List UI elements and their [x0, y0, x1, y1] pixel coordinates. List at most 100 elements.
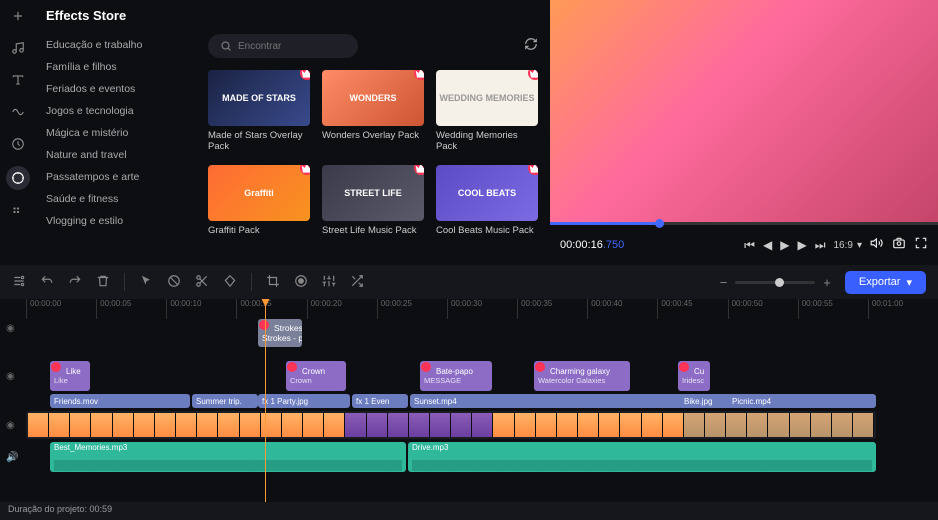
- timeline[interactable]: 00:00:0000:00:0500:00:1000:00:1500:00:20…: [0, 299, 938, 502]
- pack-card[interactable]: WONDERS Wonders Overlay Pack: [322, 70, 424, 153]
- scrubber-handle[interactable]: [655, 219, 664, 228]
- next-clip-button[interactable]: ⏭: [815, 238, 826, 253]
- timeline-toolbar: − + Exportar ▾: [0, 265, 938, 299]
- track-mute-icon[interactable]: 🔊: [6, 452, 18, 463]
- pack-name: Street Life Music Pack: [322, 225, 424, 236]
- play-button[interactable]: ▶: [780, 238, 789, 253]
- category-item[interactable]: Feriados e eventos: [46, 83, 186, 95]
- aspect-ratio-button[interactable]: 16:9 ▾: [834, 240, 863, 251]
- search-input[interactable]: [238, 41, 346, 52]
- ruler-tick: 00:00:00: [26, 299, 96, 319]
- video-thumbnail: [726, 413, 747, 437]
- video-label-track[interactable]: Friends.movSummer trip.fx 1 Party.jpgfx …: [26, 394, 908, 408]
- undo-button[interactable]: [40, 274, 54, 291]
- search-box[interactable]: [208, 34, 358, 58]
- apps-icon[interactable]: [8, 202, 28, 222]
- transitions-icon[interactable]: [8, 102, 28, 122]
- ruler-tick: 00:00:30: [447, 299, 517, 319]
- ruler-tick: 00:00:25: [377, 299, 447, 319]
- pack-card[interactable]: WEDDING MEMORIESWedding Memories Pack: [436, 70, 538, 153]
- music-icon[interactable]: [8, 38, 28, 58]
- step-forward-button[interactable]: ▶: [797, 238, 806, 253]
- title-clip[interactable]: Bate-papoMESSAGE: [420, 361, 492, 391]
- track-visibility-icon[interactable]: ◉: [6, 420, 15, 431]
- cut-tool[interactable]: [195, 274, 209, 291]
- step-back-button[interactable]: ◀: [763, 238, 772, 253]
- audio-clip[interactable]: Best_Memories.mp3: [50, 442, 406, 472]
- video-clip-label[interactable]: fx 1 Even: [352, 394, 408, 408]
- snapshot-icon[interactable]: [892, 236, 906, 255]
- video-thumbnail: [155, 413, 176, 437]
- video-thumbnail: [663, 413, 684, 437]
- pack-thumbnail: STREET LIFE: [322, 165, 424, 221]
- overlay-track[interactable]: ◉ StrokesStrokes - p: [26, 319, 908, 337]
- status-bar: Duração do projeto: 00:59: [0, 502, 938, 520]
- zoom-slider[interactable]: [735, 281, 815, 284]
- disable-tool[interactable]: [167, 274, 181, 291]
- title-clip[interactable]: CrownCrown: [286, 361, 346, 391]
- delete-button[interactable]: [96, 274, 110, 291]
- track-visibility-icon[interactable]: ◉: [6, 371, 15, 382]
- effects-store-icon[interactable]: [6, 166, 30, 190]
- audio-track[interactable]: 🔊 Best_Memories.mp3Drive.mp3: [26, 442, 908, 472]
- pack-card[interactable]: STREET LIFE Street Life Music Pack: [322, 165, 424, 236]
- record-tool[interactable]: [294, 274, 308, 291]
- pack-thumbnail: WONDERS: [322, 70, 424, 126]
- video-thumbnail: [747, 413, 768, 437]
- video-thumbnail: [324, 413, 345, 437]
- category-item[interactable]: Família e filhos: [46, 61, 186, 73]
- pack-name: Wonders Overlay Pack: [322, 130, 424, 141]
- zoom-out-button[interactable]: −: [720, 275, 728, 290]
- add-icon[interactable]: [8, 6, 28, 26]
- refresh-button[interactable]: [524, 37, 538, 56]
- category-item[interactable]: Mágica e mistério: [46, 127, 186, 139]
- premium-badge-icon: [414, 70, 424, 80]
- video-thumbnail: [303, 413, 324, 437]
- video-clip-label[interactable]: fx 1 Party.jpg: [258, 394, 350, 408]
- text-icon[interactable]: [8, 70, 28, 90]
- category-item[interactable]: Educação e trabalho: [46, 39, 186, 51]
- title-clip[interactable]: Charming galaxyWatercolor Galaxies: [534, 361, 630, 391]
- preview-video[interactable]: [550, 0, 938, 225]
- track-visibility-icon[interactable]: ◉: [6, 323, 15, 334]
- fullscreen-icon[interactable]: [914, 236, 928, 255]
- redo-button[interactable]: [68, 274, 82, 291]
- shuffle-tool[interactable]: [350, 274, 364, 291]
- category-item[interactable]: Jogos e tecnologia: [46, 105, 186, 117]
- ruler[interactable]: 00:00:0000:00:0500:00:1000:00:1500:00:20…: [0, 299, 938, 319]
- video-thumbnail: [536, 413, 557, 437]
- preview-panel: 00:00:16.750 ⏮ ◀ ▶ ▶ ⏭ 16:9 ▾: [550, 0, 938, 265]
- pack-card[interactable]: GraffitiGraffiti Pack: [208, 165, 310, 236]
- ruler-tick: 00:00:20: [307, 299, 377, 319]
- title-clip[interactable]: CuIridesc: [678, 361, 710, 391]
- playhead[interactable]: [265, 299, 266, 502]
- video-clip-label[interactable]: Bike.jpg: [680, 394, 726, 408]
- video-clip-label[interactable]: Friends.mov: [50, 394, 190, 408]
- category-item[interactable]: Nature and travel: [46, 149, 186, 161]
- audio-clip[interactable]: Drive.mp3: [408, 442, 876, 472]
- pack-thumbnail: Graffiti: [208, 165, 310, 221]
- volume-icon[interactable]: [870, 236, 884, 255]
- export-button[interactable]: Exportar ▾: [845, 271, 926, 294]
- adjust-tool[interactable]: [322, 274, 336, 291]
- video-thumbnail: [388, 413, 409, 437]
- title-clip[interactable]: LikeLike: [50, 361, 90, 391]
- scrubber[interactable]: [550, 222, 938, 225]
- category-item[interactable]: Saúde e fitness: [46, 193, 186, 205]
- zoom-in-button[interactable]: +: [823, 275, 831, 290]
- pack-card[interactable]: COOL BEATSCool Beats Music Pack: [436, 165, 538, 236]
- video-clip-label[interactable]: Summer trip.: [192, 394, 258, 408]
- video-clip-label[interactable]: Picnic.mp4: [728, 394, 876, 408]
- category-item[interactable]: Passatempos e arte: [46, 171, 186, 183]
- crop-tool[interactable]: [266, 274, 280, 291]
- pointer-tool[interactable]: [139, 274, 153, 291]
- category-item[interactable]: Vlogging e estilo: [46, 215, 186, 227]
- prev-clip-button[interactable]: ⏮: [744, 238, 755, 253]
- history-icon[interactable]: [8, 134, 28, 154]
- title-track[interactable]: ◉ LikeLikeCrownCrownBate-papoMESSAGEChar…: [26, 361, 908, 391]
- ruler-tick: 00:00:45: [657, 299, 727, 319]
- video-thumb-track[interactable]: ◉: [26, 411, 908, 439]
- pack-card[interactable]: MADE OF STARSMade of Stars Overlay Pack: [208, 70, 310, 153]
- settings-icon[interactable]: [12, 274, 26, 291]
- marker-tool[interactable]: [223, 274, 237, 291]
